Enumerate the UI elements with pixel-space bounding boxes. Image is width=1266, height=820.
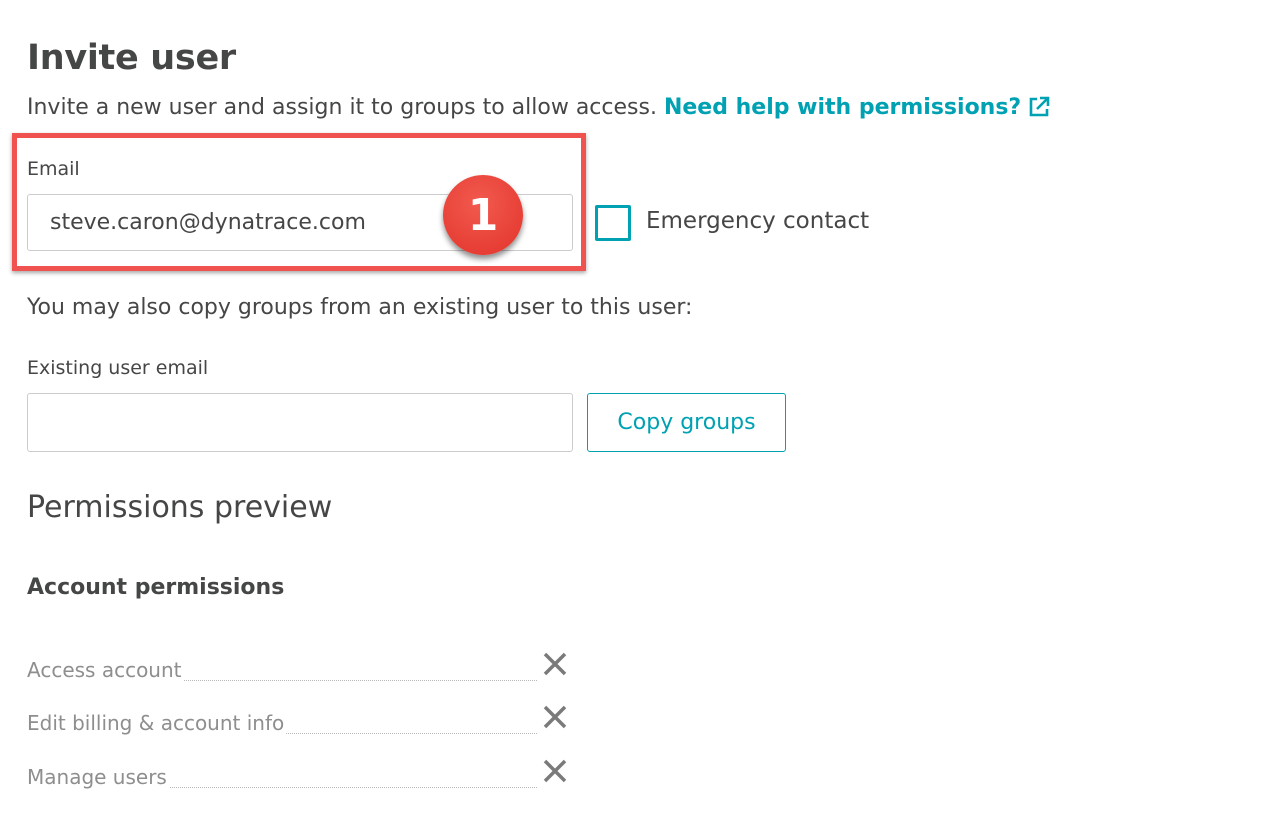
page-description: Invite a new user and assign it to group…: [27, 95, 1051, 120]
copy-groups-button[interactable]: Copy groups: [587, 393, 786, 452]
page-title: Invite user: [27, 38, 236, 78]
permission-row: Edit billing & account info: [27, 703, 537, 735]
emergency-contact-label[interactable]: Emergency contact: [646, 208, 869, 234]
x-icon: [543, 759, 567, 783]
permission-row: Manage users: [27, 757, 537, 789]
copy-groups-hint: You may also copy groups from an existin…: [27, 295, 693, 320]
existing-user-email-input[interactable]: [27, 393, 573, 452]
permissions-preview-heading: Permissions preview: [27, 490, 333, 525]
permission-row: Access account: [27, 650, 537, 682]
invite-user-page: Invite user Invite a new user and assign…: [0, 0, 1266, 820]
x-icon: [543, 705, 567, 729]
account-permissions-heading: Account permissions: [27, 575, 285, 600]
email-label: Email: [27, 158, 80, 180]
permission-label: Edit billing & account info: [27, 711, 287, 735]
existing-user-email-label: Existing user email: [27, 357, 209, 379]
help-permissions-link[interactable]: Need help with permissions?: [664, 95, 1051, 120]
description-text: Invite a new user and assign it to group…: [27, 95, 664, 120]
help-link-label: Need help with permissions?: [663, 95, 1022, 120]
permission-label: Access account: [27, 658, 184, 682]
x-icon: [543, 652, 567, 676]
external-link-icon: [1029, 96, 1050, 117]
step-number-badge: 1: [443, 175, 523, 255]
emergency-contact-checkbox[interactable]: [595, 205, 631, 241]
permission-label: Manage users: [27, 765, 169, 789]
